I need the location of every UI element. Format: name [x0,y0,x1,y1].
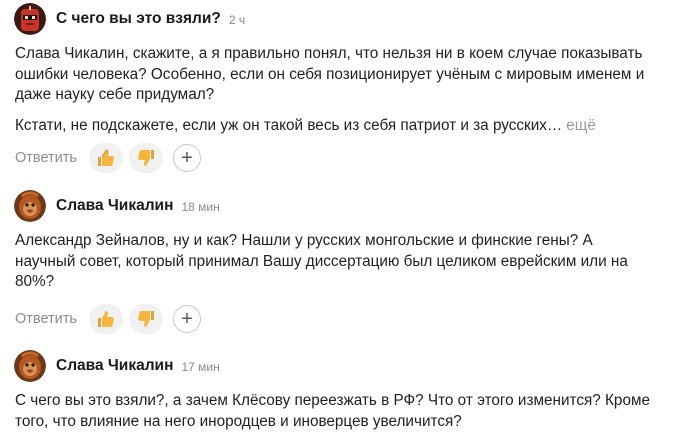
reply-button[interactable]: Ответить [15,311,77,327]
comment-header: С чего вы это взяли? 2 ч [14,3,245,35]
like-button[interactable] [88,143,123,173]
thumbs-down-icon [138,311,154,327]
comment-paragraph: Слава Чикалин, скажите, а я правильно по… [15,45,645,103]
plus-icon: + [181,308,193,330]
comment-paragraph: Александр Зейналов, ну и как? Нашли у ру… [15,232,628,290]
reply-button[interactable]: Ответить [15,150,77,166]
comment-actions: Ответить + [15,304,201,334]
comment-author[interactable]: Слава Чикалин [56,197,173,215]
add-reaction-button[interactable]: + [172,305,201,333]
like-button[interactable] [88,304,123,334]
comment-header: Слава Чикалин 18 мин [14,190,220,222]
comment-header: Слава Чикалин 17 мин [14,350,220,382]
dislike-button[interactable] [128,304,163,334]
orangutan-avatar-icon[interactable] [14,190,46,222]
comment-actions: Ответить + [15,143,201,173]
red-robot-avatar-icon[interactable] [14,3,46,35]
thumbs-down-icon [138,150,154,166]
comment-text: Слава Чикалин, скажите, а я правильно по… [15,44,655,136]
comment-text: Александр Зейналов, ну и как? Нашли у ру… [15,231,655,293]
thumbs-up-icon [97,311,114,327]
thumbs-up-icon [97,149,114,166]
comment-author[interactable]: Слава Чикалин [56,357,173,375]
comment-paragraph-truncated: Кстати, не подскажете, если уж он такой … [15,116,655,137]
plus-icon: + [181,147,193,169]
comment-time: 18 мин [181,200,220,214]
comment-paragraph: С чего вы это взяли?, а зачем Клёсову пе… [15,392,650,430]
comment-time: 17 мин [181,360,220,374]
more-link[interactable]: ещё [566,117,596,134]
add-reaction-button[interactable]: + [172,144,201,172]
comment-paragraph-text: Кстати, не подскажете, если уж он такой … [15,116,563,134]
dislike-button[interactable] [128,143,163,173]
comment-time: 2 ч [228,13,246,27]
comment-text: С чего вы это взяли?, а зачем Клёсову пе… [15,391,655,432]
comment-author[interactable]: С чего вы это взяли? [56,10,221,28]
orangutan-avatar-icon[interactable] [14,350,46,382]
